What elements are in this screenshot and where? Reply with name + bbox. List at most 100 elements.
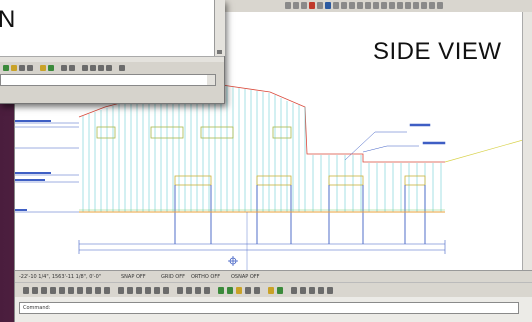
zoom-extents-icon[interactable] (104, 287, 110, 294)
separator (172, 287, 174, 294)
area-icon[interactable] (300, 287, 306, 294)
osnap-toggle[interactable]: OSNAP OFF (231, 274, 260, 280)
mass-props-icon[interactable] (106, 65, 112, 71)
help-icon[interactable] (327, 287, 333, 294)
upper-windows (96, 126, 292, 139)
help-icon[interactable] (341, 2, 347, 9)
zoom-scale-icon[interactable] (59, 287, 65, 294)
scroll-down-icon[interactable] (217, 50, 222, 54)
zoom-window-icon[interactable] (301, 2, 307, 9)
help-icon[interactable] (119, 65, 125, 71)
zoom-out-icon[interactable] (86, 287, 92, 294)
command-line-input[interactable]: Command: (19, 302, 519, 314)
layer-on-icon[interactable] (3, 65, 9, 71)
zoom-realtime-icon[interactable] (23, 287, 29, 294)
top-toolbar-icons (285, 2, 443, 9)
zoom-in-icon[interactable] (77, 287, 83, 294)
view-front-icon[interactable] (154, 287, 160, 294)
zoom-previous-icon[interactable] (32, 287, 38, 294)
view-bottom-icon[interactable] (127, 287, 133, 294)
properties-icon[interactable] (309, 2, 315, 9)
view-right-icon[interactable] (145, 287, 151, 294)
overlay-vertical-scrollbar[interactable] (214, 0, 225, 56)
ortho-toggle[interactable]: ORTHO OFF (191, 274, 220, 280)
overlay-command-scrollbar[interactable] (207, 75, 215, 85)
snap-toggle[interactable]: SNAP OFF (121, 274, 146, 280)
layer-color-icon[interactable] (245, 287, 251, 294)
light-icon[interactable] (40, 65, 46, 71)
distance-icon[interactable] (291, 287, 297, 294)
door-openings (174, 175, 426, 186)
separator (77, 65, 80, 71)
block-icon[interactable] (429, 2, 435, 9)
overlay-drawing-area[interactable]: N (0, 0, 214, 56)
side-view-title: SIDE VIEW (373, 38, 502, 65)
zoom-dynamic-icon[interactable] (50, 287, 56, 294)
overlay-bottom-panel (0, 86, 224, 103)
list-icon[interactable] (82, 65, 88, 71)
iso-sw-icon[interactable] (177, 287, 183, 294)
zoom-center-icon[interactable] (68, 287, 74, 294)
match-icon[interactable] (421, 2, 427, 9)
leader-lines (344, 123, 446, 161)
cut-icon[interactable] (397, 2, 403, 9)
coordinates-readout: -22'-10 1/4", 1563'-11 1/8", 0'-0" (19, 274, 102, 280)
redo-icon[interactable] (357, 2, 363, 9)
layer-icon[interactable] (317, 2, 323, 9)
door-frames (174, 185, 426, 244)
layer-lock-icon[interactable] (236, 287, 242, 294)
layer-lock-icon[interactable] (11, 65, 17, 71)
bottom-toolbar-icons (23, 287, 333, 294)
ucs-icon (228, 256, 238, 266)
overlay-heading-fragment: N (0, 6, 16, 33)
separator (286, 287, 288, 294)
design-center-icon[interactable] (325, 2, 331, 9)
separator (35, 65, 38, 71)
layer-thaw-icon[interactable] (227, 287, 233, 294)
view-left-icon[interactable] (136, 287, 142, 294)
area-icon[interactable] (69, 65, 75, 71)
tool-palette-icon[interactable] (333, 2, 339, 9)
separator (56, 65, 59, 71)
overlay-command-input[interactable] (0, 74, 216, 86)
level-labels (15, 120, 51, 211)
command-area: Command: (15, 297, 532, 322)
separator (263, 287, 265, 294)
print-icon[interactable] (365, 2, 371, 9)
zoom-window-icon[interactable] (41, 287, 47, 294)
right-yellow-line (444, 139, 523, 163)
layer-states-icon[interactable] (277, 287, 283, 294)
save-icon[interactable] (373, 2, 379, 9)
list-icon[interactable] (309, 287, 315, 294)
separator (213, 287, 215, 294)
layer-color-icon[interactable] (19, 65, 25, 71)
separator (114, 65, 117, 71)
zoom-icon[interactable] (293, 2, 299, 9)
new-icon[interactable] (389, 2, 395, 9)
layer-name-icon[interactable] (254, 287, 260, 294)
iso-nw-icon[interactable] (204, 287, 210, 294)
bottom-toolbar (15, 282, 532, 298)
grid-toggle[interactable]: GRID OFF (161, 274, 185, 280)
layer-on-icon[interactable] (218, 287, 224, 294)
view-back-icon[interactable] (163, 287, 169, 294)
zoom-all-icon[interactable] (95, 287, 101, 294)
paste-icon[interactable] (413, 2, 419, 9)
undo-icon[interactable] (349, 2, 355, 9)
light-icon[interactable] (268, 287, 274, 294)
vertical-scrollbar[interactable] (522, 12, 532, 270)
iso-se-icon[interactable] (186, 287, 192, 294)
open-icon[interactable] (381, 2, 387, 9)
separator (113, 287, 115, 294)
layer-states-icon[interactable] (48, 65, 54, 71)
distance-icon[interactable] (61, 65, 67, 71)
view-top-icon[interactable] (118, 287, 124, 294)
iso-ne-icon[interactable] (195, 287, 201, 294)
id-point-icon[interactable] (98, 65, 104, 71)
insert-icon[interactable] (437, 2, 443, 9)
copy-icon[interactable] (405, 2, 411, 9)
pan-icon[interactable] (285, 2, 291, 9)
locate-icon[interactable] (318, 287, 324, 294)
locate-icon[interactable] (90, 65, 96, 71)
layer-name-icon[interactable] (27, 65, 33, 71)
